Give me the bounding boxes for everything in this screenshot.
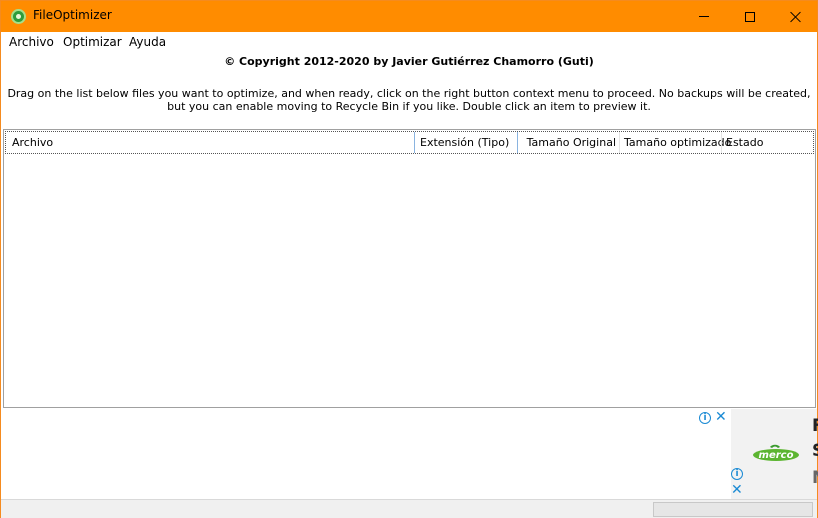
close-button[interactable] [773, 1, 818, 32]
column-original-size[interactable]: Tamaño Original [518, 132, 620, 153]
window-title: FileOptimizer [33, 8, 112, 22]
title-bar[interactable]: FileOptimizer [1, 1, 817, 32]
info-icon[interactable]: i [731, 468, 743, 480]
info-icon[interactable]: i [699, 412, 711, 424]
close-icon[interactable]: ✕ [715, 409, 727, 425]
menu-bar: Archivo Optimizar Ayuda [1, 32, 817, 51]
menu-ayuda[interactable]: Ayuda [129, 35, 166, 49]
ad-text-fragment: S [812, 441, 818, 461]
minimize-button[interactable] [681, 1, 727, 32]
column-archivo[interactable]: Archivo [8, 132, 414, 153]
ad-logo[interactable]: merco [752, 444, 800, 461]
status-bar [1, 499, 817, 518]
file-list[interactable]: Archivo Extensión (Tipo) Tamaño Original… [3, 129, 816, 408]
ad-logo-text: merco [759, 450, 794, 461]
close-icon [790, 11, 802, 23]
menu-optimizar[interactable]: Optimizar [63, 35, 122, 49]
ad-text-fragment: N [812, 468, 818, 488]
status-pane [653, 502, 813, 517]
maximize-icon [745, 11, 755, 22]
maximize-button[interactable] [727, 1, 773, 32]
menu-archivo[interactable]: Archivo [9, 35, 54, 49]
list-header: Archivo Extensión (Tipo) Tamaño Original… [5, 131, 814, 154]
close-icon[interactable]: ✕ [731, 482, 743, 498]
column-optimized-size[interactable]: Tamaño optimizado [620, 132, 731, 153]
instructions-label: Drag on the list below files you want to… [7, 87, 811, 113]
ad-text-fragment: F [812, 416, 818, 436]
column-extension[interactable]: Extensión (Tipo) [416, 132, 518, 153]
column-status[interactable]: Estado [722, 132, 814, 153]
app-icon [11, 9, 26, 24]
app-window: FileOptimizer Archivo Optimizar Ayuda © … [0, 0, 818, 518]
ad-banner[interactable]: i ✕ i ✕ [1, 409, 817, 499]
column-divider[interactable] [414, 132, 415, 153]
copyright-label: © Copyright 2012-2020 by Javier Gutiérre… [224, 55, 594, 68]
minimize-icon [699, 16, 709, 17]
